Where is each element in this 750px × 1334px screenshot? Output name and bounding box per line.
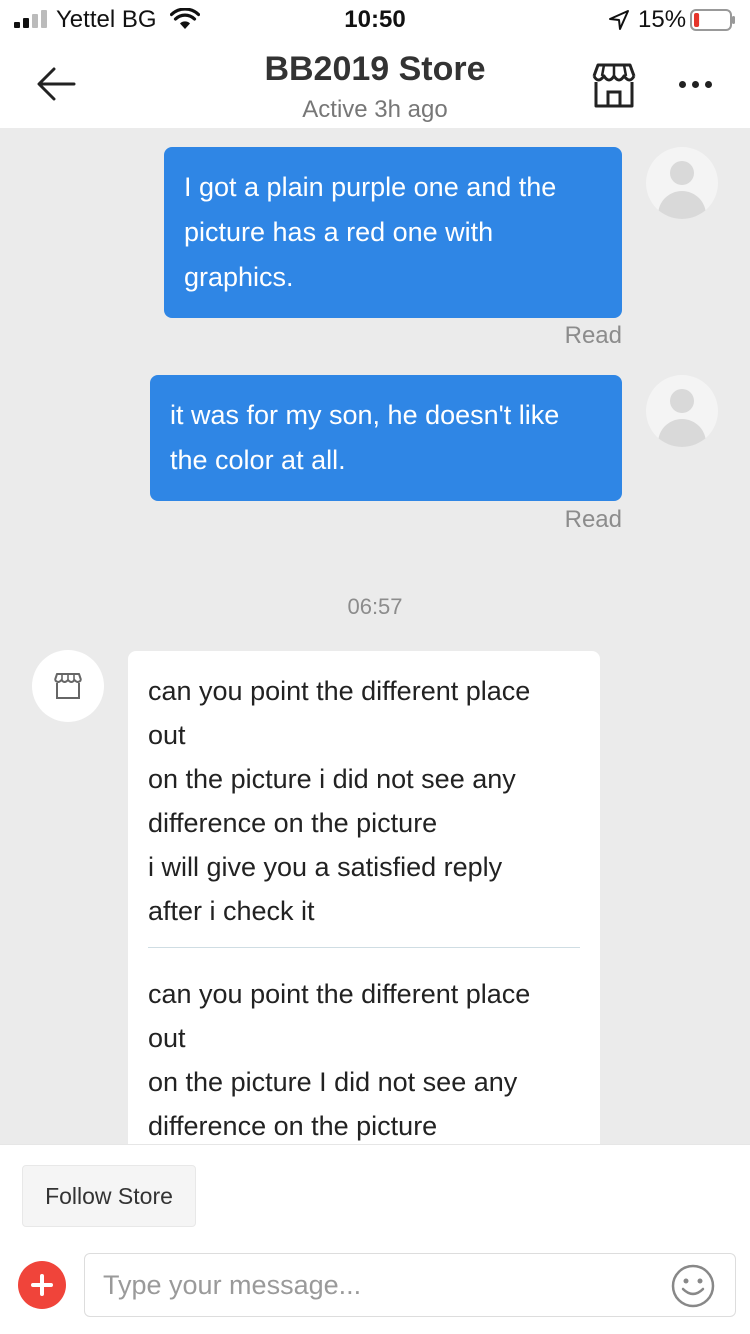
add-attachment-button[interactable] (18, 1261, 66, 1309)
outgoing-message[interactable]: it was for my son, he doesn't like the c… (150, 375, 622, 501)
message-text: I got a plain purple one and the picture… (184, 172, 557, 292)
chat-header: BB2019 Store Active 3h ago (0, 40, 750, 128)
status-bar: Yettel BG 10:50 15% (0, 0, 750, 40)
message-text: can you point the different place out on… (148, 979, 531, 1141)
incoming-message[interactable]: can you point the different place out on… (128, 651, 600, 1144)
message-input[interactable] (103, 1254, 663, 1316)
message-divider (148, 947, 580, 948)
message-text: it was for my son, he doesn't like the c… (170, 400, 560, 475)
store-icon (54, 673, 82, 699)
read-status: Read (564, 506, 622, 533)
read-status: Read (564, 322, 622, 349)
battery-icon (690, 9, 735, 31)
store-icon (592, 63, 636, 108)
location-arrow-icon (609, 10, 629, 30)
user-avatar (646, 147, 718, 219)
emoji-icon[interactable] (671, 1264, 715, 1308)
plus-icon (31, 1274, 53, 1296)
battery-percent: 15% (638, 6, 687, 33)
store-button[interactable] (586, 62, 642, 110)
message-timestamp: 06:57 (347, 594, 403, 619)
message-input-box[interactable] (84, 1253, 736, 1317)
message-text: can you point the different place out on… (148, 676, 531, 926)
more-options-button[interactable] (670, 66, 720, 102)
chat-messages[interactable]: I got a plain purple one and the picture… (0, 128, 750, 1144)
composer-bar: Follow Store (0, 1144, 750, 1334)
outgoing-message[interactable]: I got a plain purple one and the picture… (164, 147, 622, 318)
follow-store-button[interactable]: Follow Store (22, 1165, 196, 1227)
store-avatar[interactable] (32, 650, 104, 722)
more-icon (678, 80, 686, 88)
user-avatar (646, 375, 718, 447)
